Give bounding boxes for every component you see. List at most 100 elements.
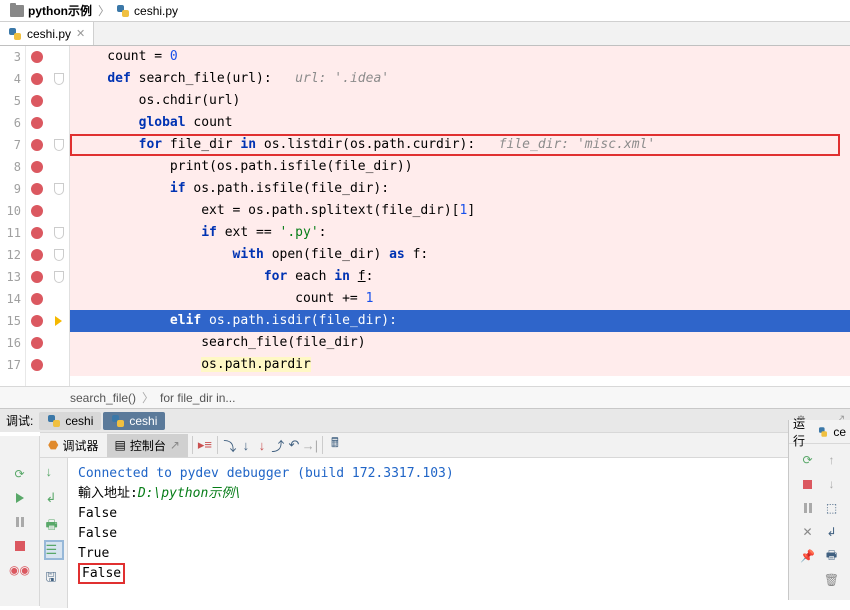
- show-execution-point-icon[interactable]: ▸≡: [197, 437, 213, 453]
- method-shield-icon: [54, 183, 64, 195]
- down-icon[interactable]: ↓: [824, 476, 840, 492]
- scroll-to-end-icon[interactable]: ↓: [46, 464, 62, 480]
- step-into-icon[interactable]: ↓: [238, 437, 254, 453]
- spacer: [800, 572, 816, 588]
- code-editor[interactable]: 345 678 91011 121314 151617: [0, 46, 850, 386]
- step-out-icon[interactable]: ⤴: [270, 437, 286, 453]
- layout-icon[interactable]: ⬚: [824, 500, 840, 516]
- evaluate-expression-icon[interactable]: 🖩: [327, 437, 343, 453]
- pause-icon[interactable]: [800, 500, 816, 516]
- folder-icon: [10, 5, 24, 17]
- close-tab-icon[interactable]: ✕: [76, 27, 85, 40]
- breakpoint-icon[interactable]: [31, 315, 43, 327]
- up-icon[interactable]: ↑: [824, 452, 840, 468]
- console-line: False: [78, 564, 840, 584]
- breadcrumb-folder[interactable]: python示例: [6, 2, 96, 19]
- debug-console[interactable]: Connected to pydev debugger (build 172.3…: [68, 458, 850, 608]
- wrap-icon[interactable]: ↲: [824, 524, 840, 540]
- console-line: False: [78, 504, 840, 524]
- python-file-icon: [8, 27, 22, 41]
- breakpoint-icon[interactable]: [31, 271, 43, 283]
- breadcrumb-file-label: ceshi.py: [134, 4, 178, 18]
- run-panel-header[interactable]: 运行 ce: [789, 420, 850, 444]
- expand-console-icon[interactable]: ↗: [170, 438, 180, 452]
- run-to-cursor-icon[interactable]: →|: [302, 437, 318, 453]
- filter-icon[interactable]: ☰: [46, 542, 62, 558]
- code-line[interactable]: count += 1: [70, 288, 850, 310]
- console-line: Connected to pydev debugger (build 172.3…: [78, 464, 840, 484]
- method-shield-icon: [54, 271, 64, 283]
- code-line[interactable]: search_file(file_dir): [70, 332, 850, 354]
- rerun-icon[interactable]: ⟳: [12, 466, 28, 482]
- execution-pointer-icon: [55, 316, 62, 326]
- run-file-short: ce: [833, 425, 846, 439]
- method-shield-icon: [54, 139, 64, 151]
- debugger-icon: ⬣: [48, 438, 58, 452]
- code-line[interactable]: os.path.pardir: [70, 354, 850, 376]
- debug-session-tab[interactable]: ceshi: [39, 412, 101, 430]
- clear-icon[interactable]: 🖫: [46, 568, 62, 584]
- rerun-icon[interactable]: ⟳: [800, 452, 816, 468]
- debug-bar: 调试: ceshi ceshi ⚙ — ⤢: [0, 408, 850, 432]
- trash-icon[interactable]: 🗑: [824, 572, 840, 588]
- code-fold-gutter[interactable]: [48, 46, 70, 386]
- breakpoint-icon[interactable]: [31, 227, 43, 239]
- code-line[interactable]: if os.path.isfile(file_dir):: [70, 178, 850, 200]
- code-line[interactable]: def search_file(url): url: '.idea': [70, 68, 850, 90]
- code-line[interactable]: global count: [70, 112, 850, 134]
- breakpoint-icon[interactable]: [31, 95, 43, 107]
- python-file-icon: [819, 426, 829, 437]
- code-area[interactable]: count = 0 def search_file(url): url: '.i…: [70, 46, 850, 386]
- breakpoint-icon[interactable]: [31, 139, 43, 151]
- step-over-icon[interactable]: ⤵: [222, 437, 238, 453]
- stop-icon[interactable]: [12, 538, 28, 554]
- breakpoint-icon[interactable]: [31, 183, 43, 195]
- print-icon[interactable]: 🖶: [824, 548, 840, 564]
- python-file-icon: [111, 414, 125, 428]
- pause-icon[interactable]: [12, 514, 28, 530]
- breakpoint-icon[interactable]: [31, 293, 43, 305]
- breadcrumb-file[interactable]: ceshi.py: [112, 4, 182, 18]
- crumb-function[interactable]: search_file(): [70, 391, 136, 405]
- print-icon[interactable]: 🖶: [46, 516, 62, 532]
- code-line[interactable]: count = 0: [70, 46, 850, 68]
- close-icon[interactable]: ✕: [800, 524, 816, 540]
- code-breadcrumb[interactable]: search_file() 〉 for file_dir in...: [0, 386, 850, 408]
- resume-icon[interactable]: [12, 490, 28, 506]
- breakpoint-icon[interactable]: [31, 205, 43, 217]
- crumb-loop[interactable]: for file_dir in...: [160, 391, 235, 405]
- debugger-tab[interactable]: ⬣ 调试器: [40, 434, 107, 457]
- method-shield-icon: [54, 73, 64, 85]
- run-panel-toolbar: ⟳ ↑ ↓ ⬚ ✕ ↲ 📌 🖶 🗑: [789, 444, 850, 588]
- breakpoint-icon[interactable]: [31, 337, 43, 349]
- code-line[interactable]: for file_dir in os.listdir(os.path.curdi…: [70, 134, 850, 156]
- code-line[interactable]: ext = os.path.splitext(file_dir)[1]: [70, 200, 850, 222]
- editor-tab-ceshi[interactable]: ceshi.py ✕: [0, 22, 94, 45]
- code-line[interactable]: if ext == '.py':: [70, 222, 850, 244]
- drop-frame-icon[interactable]: ↶: [286, 437, 302, 453]
- code-line[interactable]: os.chdir(url): [70, 90, 850, 112]
- breakpoint-icon[interactable]: [31, 161, 43, 173]
- debug-tab-label: ceshi: [129, 414, 157, 428]
- highlight-box: [70, 134, 840, 156]
- code-line[interactable]: with open(file_dir) as f:: [70, 244, 850, 266]
- breakpoint-icon[interactable]: [31, 73, 43, 85]
- force-step-into-icon[interactable]: ↓: [254, 437, 270, 453]
- code-line[interactable]: print(os.path.isfile(file_dir)): [70, 156, 850, 178]
- breakpoint-icon[interactable]: [31, 359, 43, 371]
- pin-icon[interactable]: 📌: [800, 548, 816, 564]
- stop-icon[interactable]: [800, 476, 816, 492]
- editor-tab-label: ceshi.py: [27, 27, 71, 41]
- view-breakpoints-icon[interactable]: ◉◉: [12, 562, 28, 578]
- breakpoint-icon[interactable]: [31, 249, 43, 261]
- code-line-current[interactable]: elif os.path.isdir(file_dir):: [70, 310, 850, 332]
- debug-session-tab-active[interactable]: ceshi: [103, 412, 165, 430]
- soft-wrap-icon[interactable]: ↲: [46, 490, 62, 506]
- code-line[interactable]: for each in f:: [70, 266, 850, 288]
- console-line: 輸入地址:D:\python示例\: [78, 484, 840, 504]
- console-left-toolbar: ↓ ↲ 🖶 ☰ 🖫: [40, 458, 68, 608]
- breakpoint-icon[interactable]: [31, 51, 43, 63]
- console-tab[interactable]: ▤ 控制台 ↗: [107, 434, 188, 457]
- breakpoint-gutter[interactable]: [26, 46, 48, 386]
- breakpoint-icon[interactable]: [31, 117, 43, 129]
